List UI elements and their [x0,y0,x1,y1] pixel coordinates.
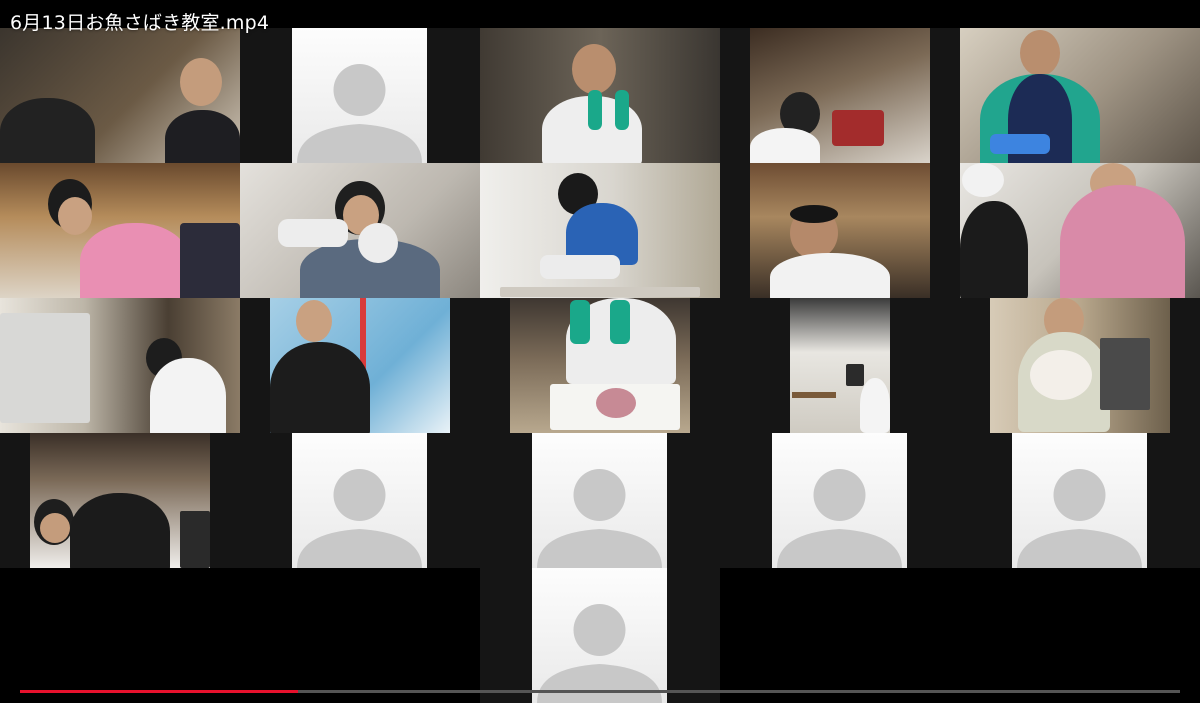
participant-placeholder [532,568,667,703]
participant-video [30,433,210,568]
person-silhouette-icon [297,469,422,568]
seek-bar[interactable] [20,690,1180,693]
participant-video [480,163,720,298]
person-silhouette-icon [537,469,662,568]
participant-video [750,163,930,298]
participant-video [790,298,890,433]
participant-placeholder [772,433,907,568]
participant-video [0,298,240,433]
participant-video [240,163,480,298]
participant-video [750,28,930,163]
seek-bar-progress [20,690,299,693]
person-silhouette-icon [777,469,902,568]
participant-video [270,298,450,433]
participant-video [960,163,1200,298]
participant-placeholder [292,433,427,568]
person-silhouette-icon [537,604,662,703]
person-silhouette-icon [297,64,422,163]
participant-placeholder [292,28,427,163]
participant-video [480,28,720,163]
participant-video [960,28,1200,163]
video-player[interactable]: 6月13日お魚さばき教室.mp4 [0,0,1200,703]
participant-video [0,28,240,163]
participant-video [0,163,240,298]
video-title: 6月13日お魚さばき教室.mp4 [10,12,270,34]
participant-placeholder [532,433,667,568]
participant-video [990,298,1170,433]
participant-placeholder [1012,433,1147,568]
person-silhouette-icon [1017,469,1142,568]
participant-video [510,298,690,433]
